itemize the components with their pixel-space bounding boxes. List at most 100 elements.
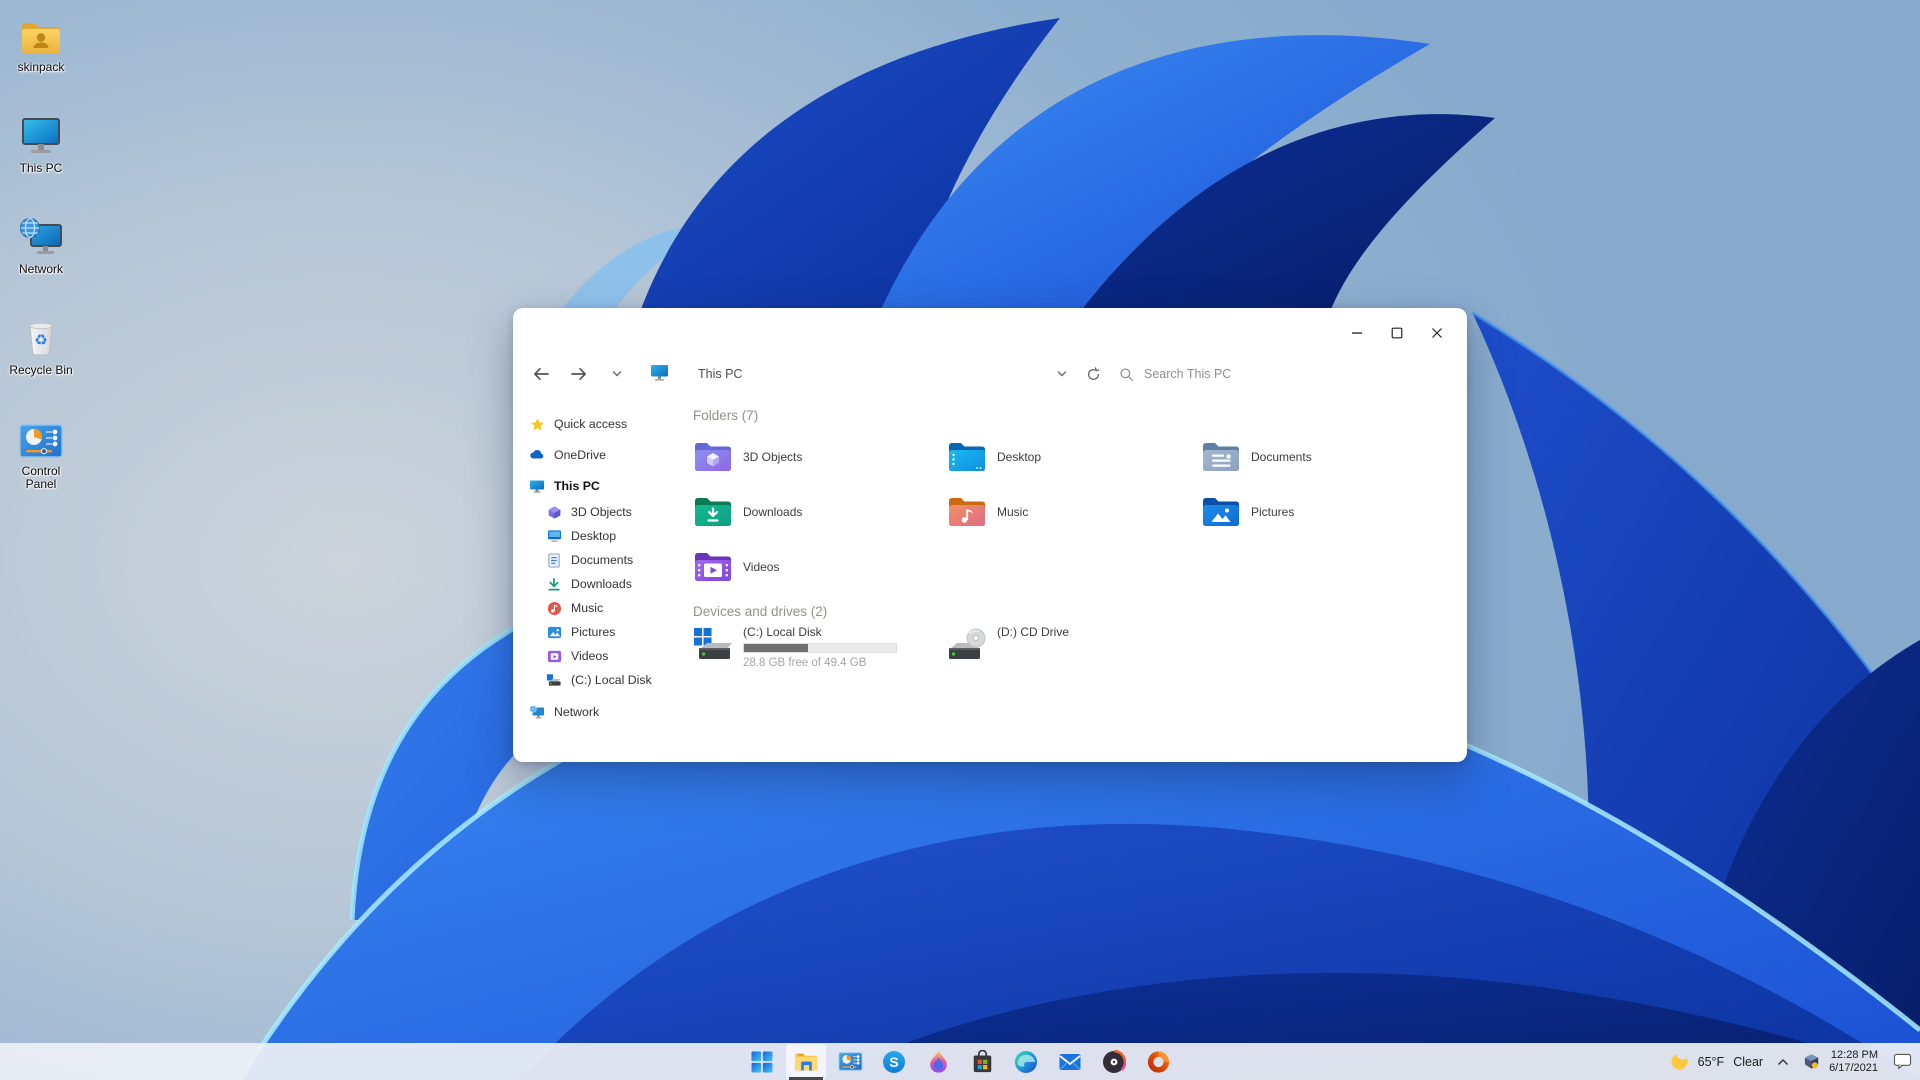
- sidebar-item-local-disk[interactable]: (C:) Local Disk: [529, 668, 675, 692]
- skype-icon: S: [883, 1050, 905, 1073]
- tray-chevron-up-icon[interactable]: [1776, 1056, 1790, 1068]
- recent-locations-chevron-icon[interactable]: [605, 362, 629, 386]
- folder-tile-desktop[interactable]: Desktop: [947, 429, 1201, 484]
- desktop-icon-recycle-bin[interactable]: ♻ Recycle Bin: [6, 311, 76, 412]
- taskbar-control-panel[interactable]: [830, 1044, 870, 1080]
- desktop-icon-control-panel[interactable]: Control Panel: [6, 412, 76, 513]
- desktop-icon-network[interactable]: Network: [6, 210, 76, 311]
- hard-drive-icon: [546, 672, 562, 688]
- devices-section-header[interactable]: Devices and drives (2): [693, 604, 1467, 619]
- file-explorer-icon: [794, 1053, 818, 1070]
- minimize-button[interactable]: [1337, 318, 1377, 348]
- search-input[interactable]: [1144, 367, 1364, 381]
- folder-label: Videos: [743, 559, 780, 574]
- taskbar-center-icons: S: [742, 1043, 1178, 1080]
- weather-condition[interactable]: Clear: [1733, 1055, 1763, 1069]
- desktop-icon-label: skinpack: [17, 60, 65, 74]
- star-icon: [529, 416, 545, 432]
- folder-tile-3d-objects[interactable]: 3D Objects: [693, 429, 947, 484]
- folder-tile-downloads[interactable]: Downloads: [693, 484, 947, 539]
- folder-tile-pictures[interactable]: Pictures: [1201, 484, 1455, 539]
- folder-tile-music[interactable]: Music: [947, 484, 1201, 539]
- control-panel-taskbar-icon: [838, 1052, 862, 1071]
- maximize-button[interactable]: [1377, 318, 1417, 348]
- sidebar-item-label: (C:) Local Disk: [571, 673, 652, 687]
- groove-music-icon: [1103, 1049, 1126, 1073]
- taskbar-microsoft-store[interactable]: [962, 1044, 1002, 1080]
- navigation-bar: This PC: [513, 354, 1467, 394]
- refresh-icon[interactable]: [1079, 362, 1107, 386]
- sidebar-item-desktop[interactable]: Desktop: [529, 524, 675, 548]
- taskbar-mail[interactable]: [1050, 1044, 1090, 1080]
- sidebar-item-music[interactable]: Music: [529, 596, 675, 620]
- sidebar-item-pictures[interactable]: Pictures: [529, 620, 675, 644]
- taskbar: S 65°F Clear 12:28 PM 6/17/2021: [0, 1043, 1920, 1080]
- disk-usage-fill: [744, 644, 808, 652]
- close-button[interactable]: [1417, 318, 1457, 348]
- disk-usage-bar: [743, 643, 897, 653]
- desktop-folder-icon: [949, 442, 985, 471]
- taskbar-office[interactable]: [1138, 1044, 1178, 1080]
- taskbar-skype[interactable]: S: [874, 1044, 914, 1080]
- folder-tile-documents[interactable]: Documents: [1201, 429, 1455, 484]
- network-mini-icon: [529, 704, 545, 720]
- sidebar-item-label: Videos: [571, 649, 609, 663]
- cloud-icon: [529, 447, 545, 463]
- file-explorer-window: This PC Quick access: [513, 308, 1467, 762]
- taskbar-file-explorer[interactable]: [786, 1043, 826, 1080]
- desktop-icon-this-pc[interactable]: This PC: [6, 109, 76, 210]
- sidebar-item-downloads[interactable]: Downloads: [529, 572, 675, 596]
- search-icon: [1120, 367, 1133, 381]
- folders-section-header[interactable]: Folders (7): [693, 408, 1467, 423]
- desktop-icon-label: Recycle Bin: [9, 363, 73, 377]
- sidebar-item-onedrive[interactable]: OneDrive: [529, 443, 675, 467]
- clock-time: 12:28 PM: [1830, 1048, 1878, 1061]
- paint-3d-icon: [929, 1050, 947, 1073]
- mail-icon: [1059, 1053, 1081, 1070]
- drive-info: (C:) Local Disk 28.8 GB free of 49.4 GB: [743, 625, 897, 669]
- address-dropdown-chevron-icon[interactable]: [1049, 362, 1075, 386]
- sidebar-item-3d-objects[interactable]: 3D Objects: [529, 500, 675, 524]
- music-note-icon: [546, 600, 562, 616]
- drive-tile-cd-drive[interactable]: (D:) CD Drive: [947, 625, 1201, 669]
- drive-name: (C:) Local Disk: [743, 625, 822, 639]
- sidebar-item-this-pc[interactable]: This PC: [529, 474, 675, 498]
- drive-info: (D:) CD Drive: [997, 625, 1069, 669]
- title-bar[interactable]: [513, 308, 1467, 354]
- sidebar-item-quick-access[interactable]: Quick access: [529, 412, 675, 436]
- tray-app-icon[interactable]: [1803, 1053, 1820, 1070]
- desktop: skinpack This PC Network ♻ Recycle Bin C…: [0, 0, 1920, 1080]
- back-button[interactable]: [529, 362, 553, 386]
- weather-temperature[interactable]: 65°F: [1698, 1055, 1725, 1069]
- desktop-icon-label: Network: [18, 262, 63, 276]
- notification-center-icon[interactable]: [1893, 1053, 1912, 1070]
- search-box[interactable]: [1119, 367, 1451, 382]
- folder-label: Music: [997, 504, 1029, 519]
- desktop-icon-skinpack[interactable]: skinpack: [6, 8, 76, 109]
- nav-buttons: This PC: [529, 362, 742, 386]
- desktop-icon-list: skinpack This PC Network ♻ Recycle Bin C…: [6, 8, 76, 513]
- folder-tile-videos[interactable]: Videos: [693, 539, 947, 594]
- system-tray: 65°F Clear 12:28 PM 6/17/2021: [1670, 1043, 1912, 1080]
- taskbar-groove-music[interactable]: [1094, 1044, 1134, 1080]
- sidebar-item-label: Downloads: [571, 577, 632, 591]
- this-pc-monitor-icon: [19, 109, 63, 157]
- taskbar-edge[interactable]: [1006, 1044, 1046, 1080]
- folder-label: 3D Objects: [743, 449, 803, 464]
- breadcrumb-this-pc-icon: [649, 363, 670, 386]
- taskbar-clock[interactable]: 12:28 PM 6/17/2021: [1829, 1049, 1878, 1075]
- desktop-icon-label: Control Panel: [21, 464, 61, 491]
- sidebar-item-videos[interactable]: Videos: [529, 644, 675, 668]
- drive-tile-local-disk[interactable]: (C:) Local Disk 28.8 GB free of 49.4 GB: [693, 625, 947, 669]
- breadcrumb-location[interactable]: This PC: [698, 367, 742, 381]
- desktop-mini-icon: [546, 528, 562, 544]
- forward-button[interactable]: [567, 362, 591, 386]
- weather-moon-icon[interactable]: [1670, 1052, 1689, 1071]
- taskbar-paint-3d[interactable]: [918, 1044, 958, 1080]
- start-button[interactable]: [742, 1044, 782, 1080]
- sidebar-item-label: Music: [571, 601, 604, 615]
- local-disk-icon: [694, 628, 732, 659]
- sidebar-item-documents[interactable]: Documents: [529, 548, 675, 572]
- sidebar-item-label: OneDrive: [554, 448, 606, 462]
- sidebar-item-network[interactable]: Network: [529, 700, 675, 724]
